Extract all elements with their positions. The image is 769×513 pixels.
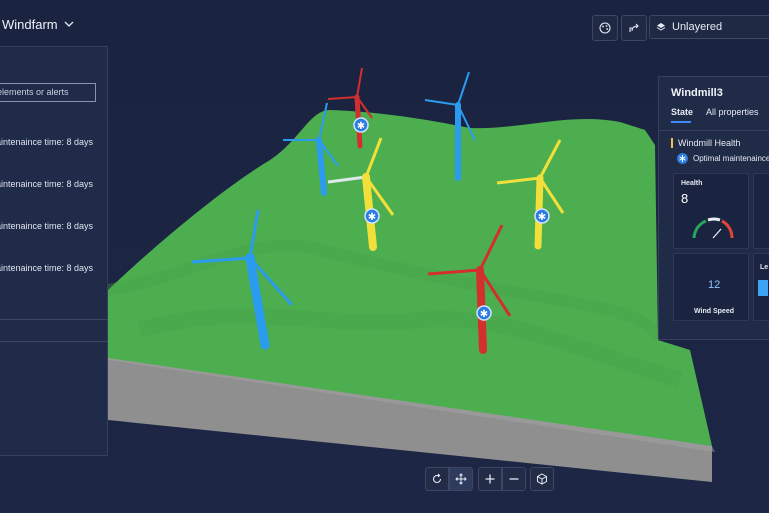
alert-marker[interactable]: ✱ bbox=[476, 305, 492, 321]
list-item-text: aintenaince time: 8 days bbox=[0, 179, 94, 189]
health-gauge bbox=[692, 217, 734, 239]
svg-text:✱: ✱ bbox=[357, 121, 365, 132]
rotate-button[interactable] bbox=[425, 467, 449, 491]
alert-marker[interactable]: ✱ bbox=[353, 117, 369, 133]
theme-button[interactable] bbox=[592, 15, 618, 41]
maintenance-text: Optimal maintenaince ti bbox=[693, 154, 769, 163]
alert-marker[interactable]: ✱ bbox=[534, 208, 550, 224]
level-card: Le bbox=[753, 253, 769, 321]
panel-divider bbox=[0, 319, 108, 320]
list-item[interactable]: aintenaince time: 8 days bbox=[0, 179, 108, 189]
section-title: Windmill Health bbox=[678, 138, 741, 148]
list-item-text: aintenaince time: 8 days bbox=[0, 221, 94, 231]
wind-speed-value: 12 bbox=[708, 279, 721, 291]
panel-divider bbox=[0, 341, 108, 342]
details-title: Windmill3 bbox=[671, 87, 723, 99]
elements-panel: elements or alerts aintenaince time: 8 d… bbox=[0, 46, 108, 456]
search-placeholder: elements or alerts bbox=[0, 87, 69, 97]
share-icon bbox=[629, 23, 639, 32]
extra-card bbox=[753, 173, 769, 249]
share-button[interactable] bbox=[621, 15, 647, 41]
level-bar bbox=[758, 280, 768, 296]
layers-icon bbox=[656, 23, 666, 31]
tab-state[interactable]: State bbox=[671, 107, 693, 117]
cube-icon bbox=[537, 473, 547, 485]
search-input[interactable]: elements or alerts bbox=[0, 83, 96, 102]
windfarm-3d-scene[interactable]: ✱ ✱ ✱ ✱ bbox=[0, 0, 769, 513]
svg-text:✱: ✱ bbox=[480, 309, 488, 320]
list-item-text: aintenaince time: 8 days bbox=[0, 263, 94, 273]
svg-text:✱: ✱ bbox=[538, 212, 546, 223]
health-card: Health 8 bbox=[673, 173, 749, 249]
layers-label: Unlayered bbox=[672, 21, 723, 33]
pan-icon bbox=[455, 473, 467, 485]
panel-divider bbox=[659, 130, 769, 131]
pan-button[interactable] bbox=[449, 467, 473, 491]
section-header: Windmill Health bbox=[671, 138, 741, 148]
minus-icon bbox=[509, 478, 519, 480]
snowflake-icon bbox=[677, 153, 688, 164]
health-value: 8 bbox=[681, 191, 689, 206]
alert-marker[interactable]: ✱ bbox=[364, 208, 380, 224]
health-label: Health bbox=[681, 180, 703, 187]
list-item-text: aintenaince time: 8 days bbox=[0, 137, 94, 147]
svg-text:✱: ✱ bbox=[368, 212, 376, 223]
maintenance-status: Optimal maintenaince ti bbox=[677, 153, 769, 164]
plus-icon bbox=[485, 474, 495, 484]
details-panel: Windmill3 State All properties Windmill … bbox=[658, 76, 769, 340]
object-view-button[interactable] bbox=[530, 467, 554, 491]
level-label: Le bbox=[760, 264, 769, 271]
scene-title[interactable]: Windfarm bbox=[2, 14, 74, 34]
tab-all-properties[interactable]: All properties bbox=[706, 107, 759, 117]
list-item[interactable]: aintenaince time: 8 days bbox=[0, 263, 108, 273]
list-item[interactable]: aintenaince time: 8 days bbox=[0, 221, 108, 231]
list-item[interactable]: aintenaince time: 8 days bbox=[0, 137, 108, 147]
active-tab-indicator bbox=[671, 121, 691, 123]
wind-speed-card: 12 Wind Speed bbox=[673, 253, 749, 321]
wind-speed-label: Wind Speed bbox=[694, 308, 734, 315]
zoom-in-button[interactable] bbox=[478, 467, 502, 491]
scene-title-label: Windfarm bbox=[2, 16, 58, 32]
zoom-out-button[interactable] bbox=[502, 467, 526, 491]
section-accent-bar bbox=[671, 138, 673, 148]
layers-dropdown[interactable]: Unlayered bbox=[649, 15, 769, 39]
palette-icon bbox=[599, 22, 611, 34]
chevron-down-icon bbox=[64, 21, 74, 27]
rotate-icon bbox=[432, 473, 442, 484]
